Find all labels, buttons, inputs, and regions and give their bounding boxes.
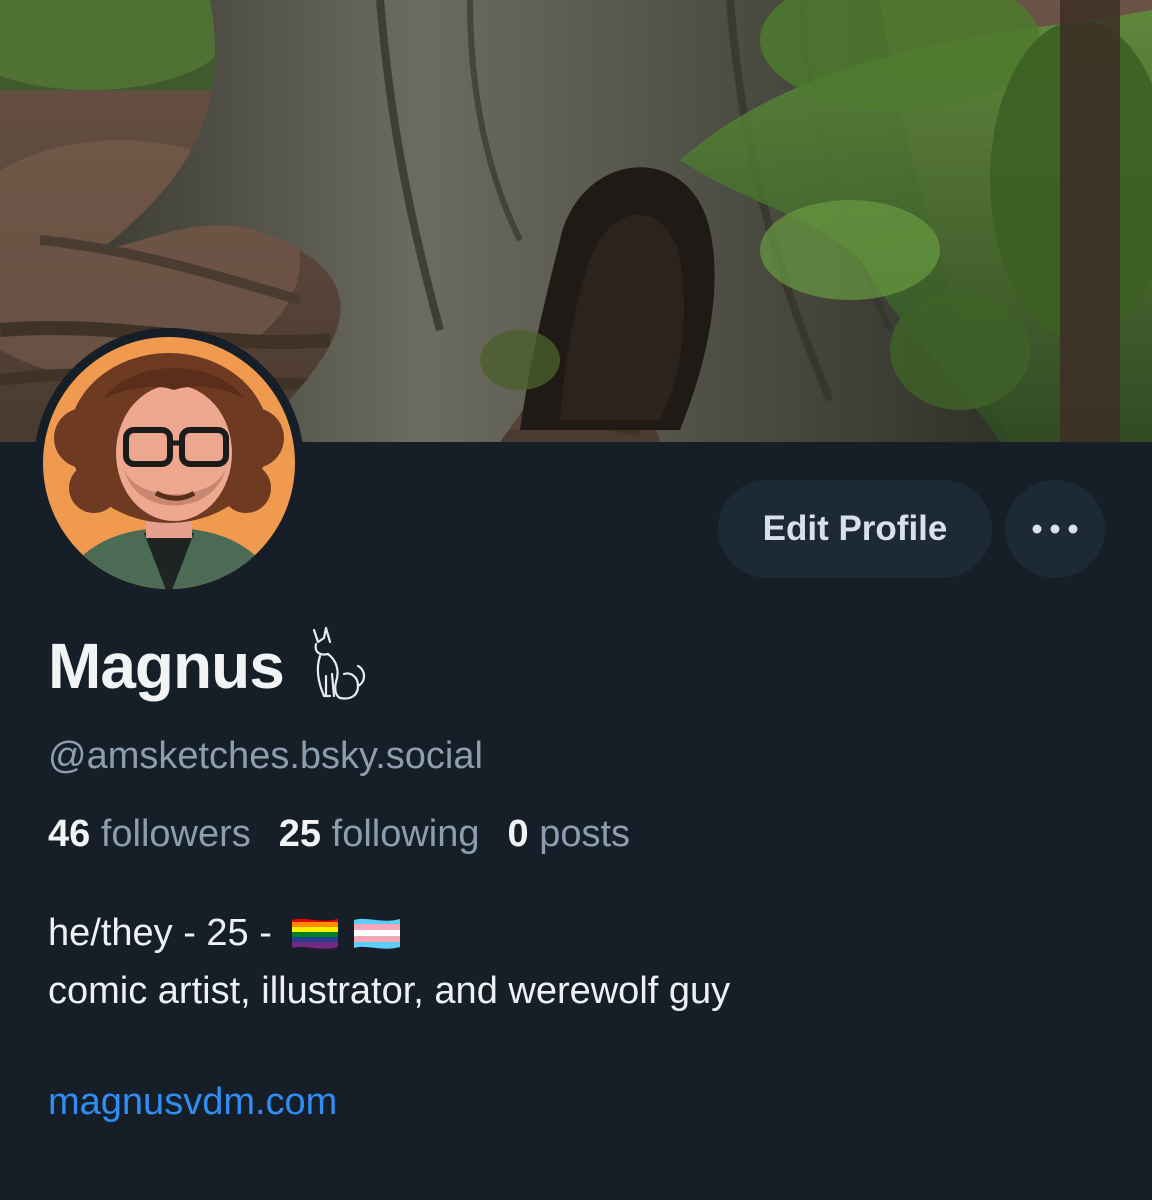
display-name: Magnus (48, 630, 285, 702)
profile-bio: he/they - 25 - comic artist, illustrator… (48, 904, 730, 1020)
bio-line-1: he/they - 25 - (48, 904, 730, 962)
profile-handle: @amsketches.bsky.social (48, 735, 483, 777)
following-label: following (331, 813, 480, 855)
followers-label: followers (100, 813, 251, 855)
following-count: 25 (278, 813, 322, 855)
profile-stats: 46 followers 25 following 0 posts (48, 812, 658, 858)
rainbow-pride-flag-icon (291, 918, 338, 949)
ellipsis-icon (1032, 524, 1078, 534)
more-options-button[interactable] (1005, 480, 1105, 578)
website-link[interactable]: magnusvdm.com (48, 1080, 337, 1126)
avatar-illustration (34, 328, 304, 598)
transgender-flag-icon (353, 918, 400, 949)
followers-count: 46 (48, 813, 91, 855)
cat-icon (312, 626, 365, 700)
followers-stat[interactable]: 46 followers (48, 812, 251, 858)
display-name-row: Magnus (48, 626, 370, 706)
following-stat[interactable]: 25 following (279, 812, 480, 858)
posts-label: posts (539, 813, 631, 855)
bio-pronouns-age: he/they - 25 - (48, 912, 272, 954)
posts-count: 0 (507, 813, 529, 855)
posts-stat: 0 posts (508, 812, 631, 858)
edit-profile-button[interactable]: Edit Profile (718, 480, 992, 578)
bio-line-2: comic artist, illustrator, and werewolf … (48, 970, 731, 1012)
avatar[interactable] (34, 328, 304, 598)
